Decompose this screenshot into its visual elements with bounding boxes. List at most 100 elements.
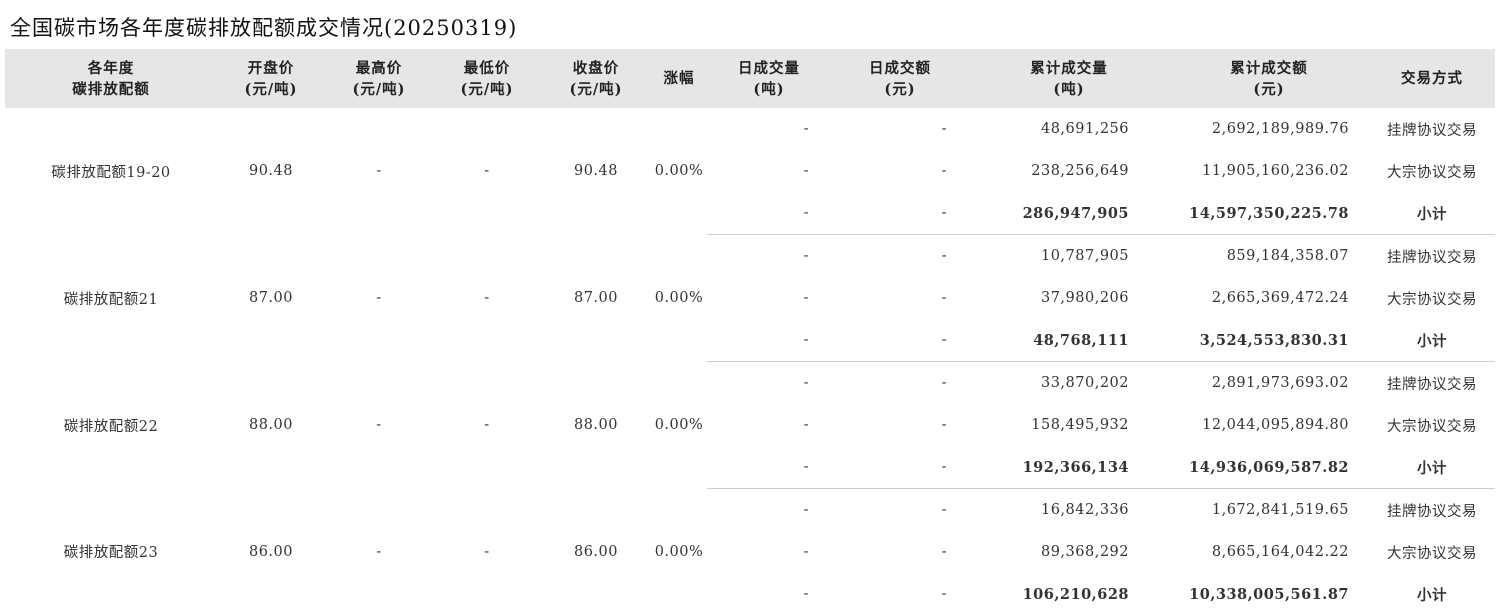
low-price: - — [433, 108, 541, 235]
daily-volume: - — [707, 531, 831, 573]
open-price: 86.00 — [217, 489, 325, 615]
col-header-high-price: 最高价(元/吨) — [325, 49, 433, 108]
header-unit: (元) — [831, 79, 969, 100]
header-label: 最高价 — [325, 58, 433, 79]
daily-amount: - — [831, 150, 969, 192]
col-header-change: 涨幅 — [651, 49, 707, 108]
allowance-name: 碳排放配额19-20 — [5, 108, 217, 235]
cumulative-volume: 286,947,905 — [969, 192, 1169, 235]
allowance-name: 碳排放配额21 — [5, 235, 217, 362]
header-label: 日成交额 — [831, 58, 969, 79]
trade-method: 大宗协议交易 — [1369, 404, 1495, 446]
table-row: 碳排放配额2386.00--86.000.00%--16,842,3361,67… — [5, 489, 1495, 532]
cumulative-amount: 10,338,005,561.87 — [1169, 573, 1369, 615]
header-unit: (元/吨) — [325, 79, 433, 100]
daily-amount: - — [831, 362, 969, 405]
daily-volume: - — [707, 108, 831, 150]
daily-volume: - — [707, 319, 831, 362]
allowance-name: 碳排放配额22 — [5, 362, 217, 489]
cumulative-amount: 14,936,069,587.82 — [1169, 446, 1369, 489]
low-price: - — [433, 235, 541, 362]
daily-amount: - — [831, 319, 969, 362]
trade-method: 小计 — [1369, 446, 1495, 489]
daily-volume: - — [707, 573, 831, 615]
header-label: 累计成交额 — [1169, 58, 1369, 79]
trade-method: 大宗协议交易 — [1369, 531, 1495, 573]
daily-volume: - — [707, 446, 831, 489]
price-change: 0.00% — [651, 489, 707, 615]
trade-method: 小计 — [1369, 192, 1495, 235]
price-change: 0.00% — [651, 362, 707, 489]
col-header-cumulative-volume: 累计成交量(吨) — [969, 49, 1169, 108]
col-header-open-price: 开盘价(元/吨) — [217, 49, 325, 108]
open-price: 88.00 — [217, 362, 325, 489]
allowance-name: 碳排放配额23 — [5, 489, 217, 615]
cumulative-amount: 2,665,369,472.24 — [1169, 277, 1369, 319]
trade-method: 挂牌协议交易 — [1369, 489, 1495, 532]
cumulative-amount: 12,044,095,894.80 — [1169, 404, 1369, 446]
header-label: 累计成交量 — [969, 58, 1169, 79]
high-price: - — [325, 362, 433, 489]
daily-volume: - — [707, 150, 831, 192]
cumulative-volume: 33,870,202 — [969, 362, 1169, 405]
table-row: 碳排放配额19-2090.48--90.480.00%--48,691,2562… — [5, 108, 1495, 150]
daily-volume: - — [707, 489, 831, 532]
cumulative-volume: 158,495,932 — [969, 404, 1169, 446]
open-price: 87.00 — [217, 235, 325, 362]
daily-amount: - — [831, 404, 969, 446]
cumulative-amount: 1,672,841,519.65 — [1169, 489, 1369, 532]
high-price: - — [325, 108, 433, 235]
col-header-close-price: 收盘价(元/吨) — [541, 49, 651, 108]
table-row: 碳排放配额2288.00--88.000.00%--33,870,2022,89… — [5, 362, 1495, 405]
trade-method: 大宗协议交易 — [1369, 277, 1495, 319]
cumulative-volume: 89,368,292 — [969, 531, 1169, 573]
header-label: 涨幅 — [651, 68, 707, 89]
header-unit: (元) — [1169, 79, 1369, 100]
daily-volume: - — [707, 404, 831, 446]
trade-method: 挂牌协议交易 — [1369, 235, 1495, 278]
cumulative-volume: 10,787,905 — [969, 235, 1169, 278]
col-header-daily-volume: 日成交量(吨) — [707, 49, 831, 108]
trade-method: 大宗协议交易 — [1369, 150, 1495, 192]
close-price: 87.00 — [541, 235, 651, 362]
daily-volume: - — [707, 277, 831, 319]
daily-volume: - — [707, 362, 831, 405]
cumulative-volume: 192,366,134 — [969, 446, 1169, 489]
daily-amount: - — [831, 446, 969, 489]
col-header-daily-amount: 日成交额(元) — [831, 49, 969, 108]
daily-amount: - — [831, 531, 969, 573]
table-header: 各年度碳排放配额开盘价(元/吨)最高价(元/吨)最低价(元/吨)收盘价(元/吨)… — [5, 49, 1495, 108]
cumulative-amount: 859,184,358.07 — [1169, 235, 1369, 278]
daily-amount: - — [831, 277, 969, 319]
close-price: 88.00 — [541, 362, 651, 489]
table-row: 碳排放配额2187.00--87.000.00%--10,787,905859,… — [5, 235, 1495, 278]
close-price: 86.00 — [541, 489, 651, 615]
header-unit: (元/吨) — [217, 79, 325, 100]
cumulative-volume: 48,768,111 — [969, 319, 1169, 362]
price-change: 0.00% — [651, 108, 707, 235]
cumulative-amount: 11,905,160,236.02 — [1169, 150, 1369, 192]
trade-method: 挂牌协议交易 — [1369, 362, 1495, 405]
cumulative-amount: 3,524,553,830.31 — [1169, 319, 1369, 362]
header-label: 各年度 — [5, 58, 217, 79]
header-label: 开盘价 — [217, 58, 325, 79]
table-body: 碳排放配额19-2090.48--90.480.00%--48,691,2562… — [5, 108, 1495, 615]
close-price: 90.48 — [541, 108, 651, 235]
col-header-low-price: 最低价(元/吨) — [433, 49, 541, 108]
cumulative-amount: 2,891,973,693.02 — [1169, 362, 1369, 405]
daily-amount: - — [831, 235, 969, 278]
trade-method: 小计 — [1369, 573, 1495, 615]
cumulative-amount: 14,597,350,225.78 — [1169, 192, 1369, 235]
header-label: 交易方式 — [1369, 68, 1495, 89]
daily-volume: - — [707, 192, 831, 235]
price-change: 0.00% — [651, 235, 707, 362]
header-unit: (吨) — [707, 79, 831, 100]
cumulative-volume: 238,256,649 — [969, 150, 1169, 192]
col-header-allowance-year: 各年度碳排放配额 — [5, 49, 217, 108]
header-label: 收盘价 — [541, 58, 651, 79]
daily-volume: - — [707, 235, 831, 278]
open-price: 90.48 — [217, 108, 325, 235]
high-price: - — [325, 489, 433, 615]
daily-amount: - — [831, 573, 969, 615]
header-unit: (元/吨) — [541, 79, 651, 100]
